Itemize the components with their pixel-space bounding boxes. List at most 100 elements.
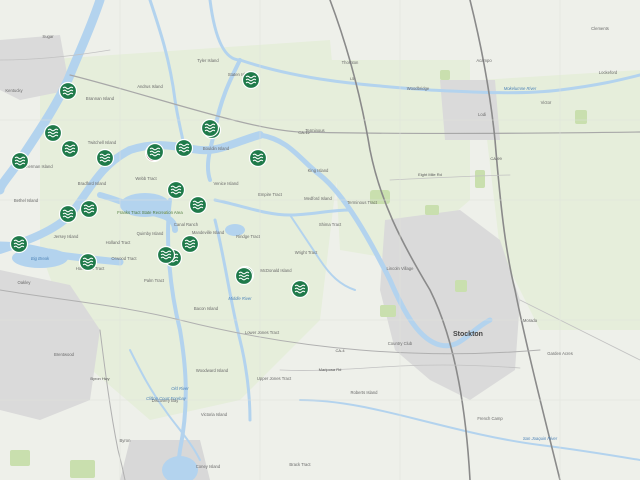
label-victoria-island: Victoria Island (201, 412, 228, 417)
label-brack-tract: Brack Tract (289, 462, 311, 467)
label-san-joaquin: San Joaquin River (523, 436, 558, 441)
label-tyler-island: Tyler Island (197, 58, 219, 63)
label-empire-tract: Empire Tract (258, 192, 283, 197)
label-lincoln-village: Lincoln Village (387, 266, 415, 271)
label-i5: I-5 (350, 76, 355, 81)
marker-disc (234, 266, 254, 286)
label-palm-tract: Palm Tract (144, 278, 165, 283)
label-sugar: Sugar (42, 34, 54, 39)
station-marker-5[interactable] (95, 148, 115, 168)
marker-disc (188, 195, 208, 215)
station-marker-21[interactable] (145, 142, 165, 162)
label-franks-tract: Franks Tract State Recreation Area (117, 210, 183, 215)
label-canal-ranch: Canal Ranch (174, 222, 199, 227)
marker-disc (9, 234, 29, 254)
label-stockton: Stockton (453, 331, 483, 338)
label-mariposa: Mariposa Rd (319, 367, 342, 372)
marker-disc (241, 70, 261, 90)
station-marker-4[interactable] (60, 139, 80, 159)
label-oakley: Oakley (17, 280, 31, 285)
marker-disc (200, 118, 220, 138)
label-old-river: Old River (171, 386, 189, 391)
label-wright-tract: Wright Tract (295, 250, 318, 255)
label-bradford-island: Bradford Island (78, 181, 107, 186)
marker-disc (10, 151, 30, 171)
label-hwy4: CA-4 (335, 348, 345, 353)
station-marker-6[interactable] (174, 138, 194, 158)
label-acampo: Acampo (476, 58, 492, 63)
marker-disc (58, 204, 78, 224)
label-venice-island: Venice Island (214, 181, 240, 186)
label-bouldin-island: Bouldin Island (203, 146, 230, 151)
label-jersey-island: Jersey Island (54, 234, 79, 239)
station-marker-15[interactable] (9, 234, 29, 254)
station-marker-13[interactable] (58, 204, 78, 224)
station-marker-1[interactable] (58, 81, 78, 101)
marker-disc (95, 148, 115, 168)
label-rindge-tract: Rindge Tract (236, 234, 261, 239)
marker-disc (180, 234, 200, 254)
station-marker-3[interactable] (10, 151, 30, 171)
station-marker-16[interactable] (78, 252, 98, 272)
label-byron: Byron (120, 438, 132, 443)
label-holland-tract: Holland Tract (106, 240, 132, 245)
label-big-break: Big Break (31, 256, 50, 261)
marker-disc (248, 148, 268, 168)
station-marker-22[interactable] (156, 245, 176, 265)
label-morada: Morada (523, 318, 538, 323)
label-mcdonald-island: McDonald Island (260, 268, 292, 273)
label-webb-tract: Webb Tract (135, 176, 157, 181)
label-hwy99: CA-99 (490, 156, 502, 161)
station-marker-24[interactable] (200, 118, 220, 138)
marker-disc (156, 245, 176, 265)
station-marker-10[interactable] (248, 148, 268, 168)
marker-disc (78, 252, 98, 272)
label-andrus-island: Andrus Island (137, 84, 163, 89)
station-marker-11[interactable] (166, 180, 186, 200)
marker-disc (79, 199, 99, 219)
label-french-camp: French Camp (477, 416, 503, 421)
label-woodward-island: Woodward Island (196, 368, 229, 373)
station-marker-20[interactable] (290, 279, 310, 299)
label-orwood-tract: Orwood Tract (111, 256, 137, 261)
label-eight-mile: Eight Mile Rd (418, 172, 442, 177)
label-king-island: King Island (308, 168, 329, 173)
label-shima-tract: Shima Tract (319, 222, 342, 227)
label-thornton: Thornton (342, 60, 359, 65)
marker-disc (290, 279, 310, 299)
label-ca12: CA-12 (298, 130, 310, 135)
label-bacon-island: Bacon Island (194, 306, 219, 311)
station-marker-17[interactable] (180, 234, 200, 254)
delta-basemap[interactable]: Stockton Lodi Brentwood Oakley Byron Aca… (0, 0, 640, 480)
label-lockeford: Lockeford (599, 70, 618, 75)
station-marker-12[interactable] (188, 195, 208, 215)
label-roberts-island: Roberts Island (351, 390, 379, 395)
label-medford-island: Medford Island (304, 196, 332, 201)
label-clements: Clements (591, 26, 609, 31)
label-garden-acres: Garden Acres (547, 351, 573, 356)
station-marker-2[interactable] (43, 123, 63, 143)
label-country-club: Country Club (388, 341, 413, 346)
label-bethel-island: Bethel Island (14, 198, 39, 203)
label-middle-river: Middle River (228, 296, 252, 301)
label-lower-jones-tract: Lower Jones Tract (245, 330, 280, 335)
label-terminous-tract: Terminous Tract (347, 200, 378, 205)
label-byron-hwy: Byron Hwy (90, 376, 109, 381)
station-marker-9[interactable] (241, 70, 261, 90)
label-quimby-island: Quimby Island (137, 231, 164, 236)
label-brentwood: Brentwood (54, 352, 75, 357)
station-marker-14[interactable] (79, 199, 99, 219)
marker-disc (43, 123, 63, 143)
label-lodi: Lodi (478, 112, 486, 117)
label-woodbridge: Woodbridge (407, 86, 430, 91)
label-twitchell-island: Twitchell Island (88, 140, 117, 145)
label-mandeville-island: Mandeville Island (192, 230, 225, 235)
label-mokelumne-river: Mokelumne River (504, 86, 537, 91)
marker-disc (145, 142, 165, 162)
label-kentucky: Kentucky (5, 88, 23, 93)
label-brannan-island: Brannan Island (86, 96, 115, 101)
label-victor: Victor (541, 100, 552, 105)
label-clifton-court: Clifton Court Forebay (146, 396, 187, 401)
station-marker-23[interactable] (234, 266, 254, 286)
label-upper-jones-tract: Upper Jones Tract (257, 376, 292, 381)
